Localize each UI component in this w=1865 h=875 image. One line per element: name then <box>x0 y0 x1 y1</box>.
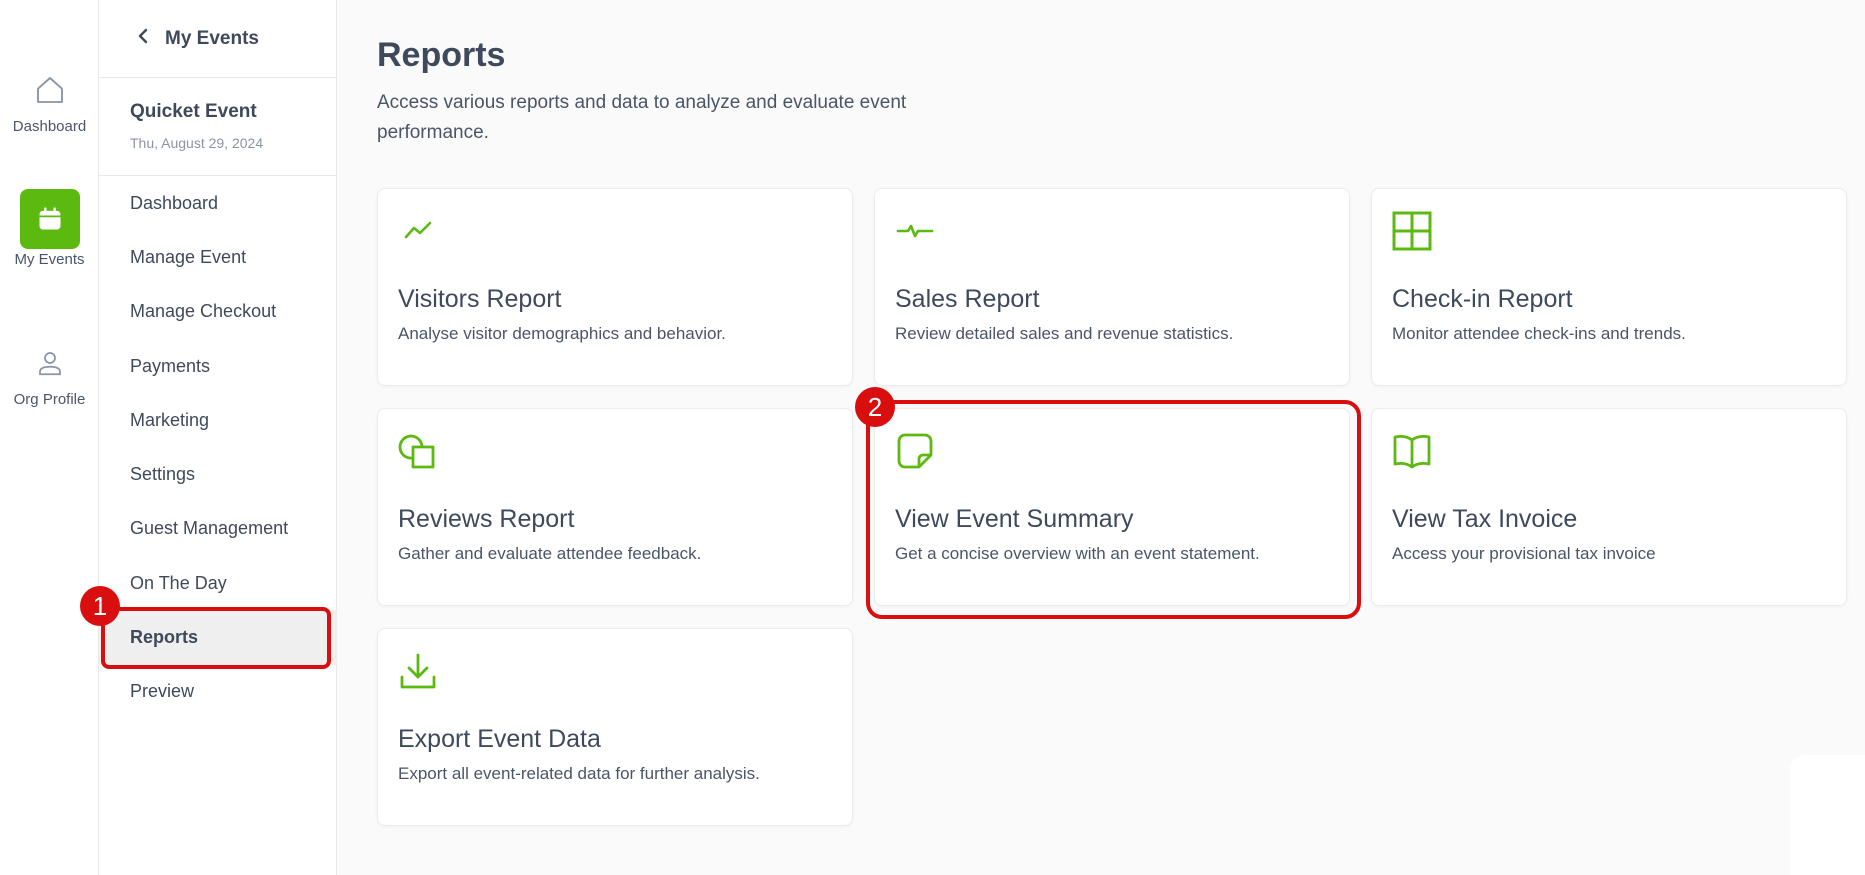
pulse-icon <box>895 211 935 251</box>
card-title: Sales Report <box>895 285 1040 313</box>
card-description: Export all event-related data for furthe… <box>398 764 760 783</box>
card-description: Gather and evaluate attendee feedback. <box>398 544 702 563</box>
step-badge: 1 <box>80 586 120 626</box>
event-info: Quicket Event Thu, August 29, 2024 <box>99 78 336 176</box>
sidebar-item-guest-management[interactable]: Guest Management <box>99 502 337 556</box>
event-date: Thu, August 29, 2024 <box>130 135 264 151</box>
sidebar-item-reports[interactable]: Reports <box>99 610 337 665</box>
card-view-event-summary[interactable]: View Event Summary Get a concise overvie… <box>874 408 1350 606</box>
sidebar-item-manage-checkout[interactable]: Manage Checkout <box>99 285 337 339</box>
event-sidebar: My Events Quicket Event Thu, August 29, … <box>99 0 337 875</box>
card-view-tax-invoice[interactable]: View Tax Invoice Access your provisional… <box>1371 408 1847 606</box>
event-name: Quicket Event <box>130 101 257 122</box>
step-badge: 2 <box>855 387 895 427</box>
card-title: View Event Summary <box>895 505 1134 533</box>
back-label: My Events <box>165 27 259 49</box>
sidebar-item-settings[interactable]: Settings <box>99 447 337 501</box>
sidebar-item-preview[interactable]: Preview <box>99 665 337 719</box>
card-title: View Tax Invoice <box>1392 505 1578 533</box>
card-title: Export Event Data <box>398 725 601 753</box>
book-open-icon <box>1392 431 1432 471</box>
sidebar-item-on-the-day[interactable]: On The Day <box>99 556 337 610</box>
sidebar-nav: Dashboard Manage Event Manage Checkout P… <box>99 176 337 719</box>
download-icon <box>398 651 438 691</box>
card-description: Access your provisional tax invoice <box>1392 544 1656 563</box>
trend-line-icon <box>398 211 438 251</box>
rail-label: My Events <box>14 251 85 268</box>
card-description: Analyse visitor demographics and behavio… <box>398 324 726 343</box>
rail-item-dashboard[interactable]: Dashboard <box>0 60 99 135</box>
card-sales-report[interactable]: Sales Report Review detailed sales and r… <box>874 188 1350 386</box>
page-title: Reports <box>377 36 506 74</box>
rail-label: Org Profile <box>13 391 86 408</box>
card-reviews-report[interactable]: Reviews Report Gather and evaluate atten… <box>377 408 853 606</box>
sidebar-item-dashboard[interactable]: Dashboard <box>99 176 337 230</box>
card-description: Review detailed sales and revenue statis… <box>895 324 1234 343</box>
shapes-icon <box>398 431 438 471</box>
corner-panel <box>1790 755 1865 875</box>
chevron-left-icon <box>137 27 149 50</box>
card-description: Get a concise overview with an event sta… <box>895 544 1260 563</box>
calendar-icon <box>19 189 80 249</box>
card-title: Check-in Report <box>1392 285 1573 313</box>
sidebar-item-manage-event[interactable]: Manage Event <box>99 230 337 284</box>
card-visitors-report[interactable]: Visitors Report Analyse visitor demograp… <box>377 188 853 386</box>
sidebar-item-marketing[interactable]: Marketing <box>99 393 337 447</box>
home-icon <box>20 60 80 120</box>
app-rail: Dashboard My Events Org Profile <box>0 0 99 875</box>
card-title: Visitors Report <box>398 285 562 313</box>
user-icon <box>20 333 80 393</box>
card-check-in-report[interactable]: Check-in Report Monitor attendee check-i… <box>1371 188 1847 386</box>
rail-item-my-events[interactable]: My Events <box>0 189 99 268</box>
card-export-event-data[interactable]: Export Event Data Export all event-relat… <box>377 628 853 826</box>
page-description: Access various reports and data to analy… <box>377 92 907 143</box>
grid-icon <box>1392 211 1432 251</box>
card-title: Reviews Report <box>398 505 575 533</box>
rail-label: Dashboard <box>12 118 87 135</box>
sticky-note-icon <box>895 431 935 471</box>
sidebar-item-payments[interactable]: Payments <box>99 339 337 393</box>
card-description: Monitor attendee check-ins and trends. <box>1392 324 1686 343</box>
rail-item-org-profile[interactable]: Org Profile <box>0 333 99 408</box>
back-to-my-events[interactable]: My Events <box>99 0 336 78</box>
